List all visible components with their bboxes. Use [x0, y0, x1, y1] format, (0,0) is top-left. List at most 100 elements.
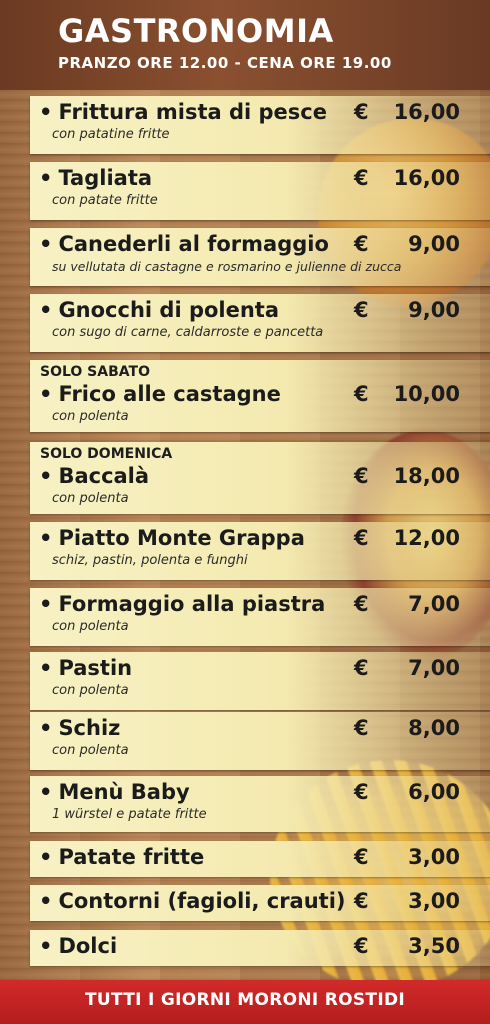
- menu-item: • Schiz €8,00 con polenta: [30, 712, 490, 770]
- menu-item: • Pastin €7,00 con polenta: [30, 652, 490, 710]
- euro-sign: €: [354, 298, 369, 322]
- euro-sign: €: [354, 934, 369, 958]
- dish-name-text: Schiz: [58, 716, 121, 740]
- euro-sign: €: [354, 656, 369, 680]
- menu-title: GASTRONOMIA: [58, 12, 334, 50]
- bullet: •: [39, 780, 53, 804]
- dish-name-text: Baccalà: [58, 464, 150, 488]
- dish-price: 9,00: [408, 232, 460, 256]
- dish-description: con polenta: [52, 409, 129, 424]
- dish-name: • Frittura mista di pesce: [39, 100, 327, 124]
- menu-item: • Canederli al formaggio €9,00 su vellutata…: [30, 228, 490, 286]
- dish-price: 16,00: [393, 166, 460, 190]
- menu-item: SOLO SABATO • Frico alle castagne €10,00 con…: [30, 360, 490, 432]
- menu-item: • Piatto Monte Grappa €12,00 schiz, pastin,…: [30, 522, 490, 580]
- bullet: •: [39, 382, 53, 406]
- dish-name: • Piatto Monte Grappa: [39, 526, 305, 550]
- euro-sign: €: [354, 100, 369, 124]
- euro-sign: €: [354, 232, 369, 256]
- menu-item: • Patate fritte €3,00: [30, 841, 490, 877]
- footer-banner: TUTTI I GIORNI MORONI ROSTIDI: [0, 980, 490, 1024]
- dish-name: • Tagliata: [39, 166, 152, 190]
- dish-name: • Pastin: [39, 656, 132, 680]
- dish-description: con sugo di carne, caldarroste e pancett…: [52, 325, 324, 340]
- dish-name-text: Frico alle castagne: [58, 382, 281, 406]
- dish-price: 12,00: [393, 526, 460, 550]
- dish-name-text: Piatto Monte Grappa: [58, 526, 305, 550]
- bullet: •: [39, 232, 53, 256]
- euro-sign: €: [354, 592, 369, 616]
- bullet: •: [39, 934, 53, 958]
- dish-name-text: Frittura mista di pesce: [58, 100, 327, 124]
- header-banner: GASTRONOMIA PRANZO ORE 12.00 - CENA ORE …: [0, 0, 490, 90]
- dish-description: con polenta: [52, 619, 129, 634]
- dish-description: con polenta: [52, 491, 129, 506]
- dish-name-text: Menù Baby: [58, 780, 190, 804]
- dish-name: • Baccalà: [39, 464, 149, 488]
- euro-sign: €: [354, 716, 369, 740]
- euro-sign: €: [354, 382, 369, 406]
- menu-item: • Frittura mista di pesce €16,00 con patati…: [30, 96, 490, 154]
- dish-name: • Schiz: [39, 716, 120, 740]
- euro-sign: €: [354, 845, 369, 869]
- dish-price: 7,00: [408, 656, 460, 680]
- day-label: SOLO SABATO: [40, 364, 150, 380]
- menu-item: • Tagliata €16,00 con patate fritte: [30, 162, 490, 220]
- euro-sign: €: [354, 526, 369, 550]
- euro-sign: €: [354, 780, 369, 804]
- euro-sign: €: [354, 166, 369, 190]
- dish-price: 18,00: [393, 464, 460, 488]
- dish-price: 3,50: [408, 934, 460, 958]
- dish-price: 6,00: [408, 780, 460, 804]
- dish-description: con polenta: [52, 683, 129, 698]
- dish-name-text: Dolci: [58, 934, 118, 958]
- dish-name-text: Tagliata: [58, 166, 153, 190]
- bullet: •: [39, 592, 53, 616]
- dish-name-text: Formaggio alla piastra: [58, 592, 326, 616]
- dish-price: 16,00: [393, 100, 460, 124]
- dish-description: su vellutata di castagne e rosmarino e j…: [52, 259, 402, 274]
- dish-price: 10,00: [393, 382, 460, 406]
- menu-item: • Menù Baby €6,00 1 würstel e patate fritte: [30, 776, 490, 832]
- bullet: •: [39, 716, 53, 740]
- dish-price: 3,00: [408, 889, 460, 913]
- dish-name: • Dolci: [39, 934, 117, 958]
- menu-hours: PRANZO ORE 12.00 - CENA ORE 19.00: [58, 54, 392, 72]
- bullet: •: [39, 656, 53, 680]
- bullet: •: [39, 526, 53, 550]
- dish-name: • Formaggio alla piastra: [39, 592, 325, 616]
- bullet: •: [39, 166, 53, 190]
- day-label: SOLO DOMENICA: [40, 446, 173, 462]
- dish-name-text: Pastin: [58, 656, 133, 680]
- menu-item: • Dolci €3,50: [30, 930, 490, 966]
- bullet: •: [39, 298, 53, 322]
- bullet: •: [39, 464, 53, 488]
- dish-name: • Patate fritte: [39, 845, 204, 869]
- dish-price: 8,00: [408, 716, 460, 740]
- euro-sign: €: [354, 464, 369, 488]
- dish-description: con patate fritte: [52, 193, 158, 208]
- menu-item: SOLO DOMENICA • Baccalà €18,00 con polenta: [30, 442, 490, 514]
- bullet: •: [39, 889, 53, 913]
- dish-name-text: Canederli al formaggio: [58, 232, 329, 256]
- dish-price: 9,00: [408, 298, 460, 322]
- dish-name: • Menù Baby: [39, 780, 190, 804]
- dish-name-text: Patate fritte: [58, 845, 205, 869]
- dish-name: • Canederli al formaggio: [39, 232, 329, 256]
- euro-sign: €: [354, 889, 369, 913]
- dish-name: • Contorni (fagioli, crauti): [39, 889, 346, 913]
- dish-name: • Frico alle castagne: [39, 382, 281, 406]
- menu-item: • Formaggio alla piastra €7,00 con polenta: [30, 588, 490, 646]
- dish-description: 1 würstel e patate fritte: [52, 807, 207, 822]
- dish-name-text: Contorni (fagioli, crauti): [58, 889, 346, 913]
- bullet: •: [39, 100, 53, 124]
- dish-description: con polenta: [52, 743, 129, 758]
- dish-name: • Gnocchi di polenta: [39, 298, 279, 322]
- dish-price: 7,00: [408, 592, 460, 616]
- dish-description: con patatine fritte: [52, 127, 170, 142]
- dish-price: 3,00: [408, 845, 460, 869]
- dish-description: schiz, pastin, polenta e funghi: [52, 553, 248, 568]
- menu-item: • Gnocchi di polenta €9,00 con sugo di carn…: [30, 294, 490, 352]
- bullet: •: [39, 845, 53, 869]
- dish-name-text: Gnocchi di polenta: [58, 298, 280, 322]
